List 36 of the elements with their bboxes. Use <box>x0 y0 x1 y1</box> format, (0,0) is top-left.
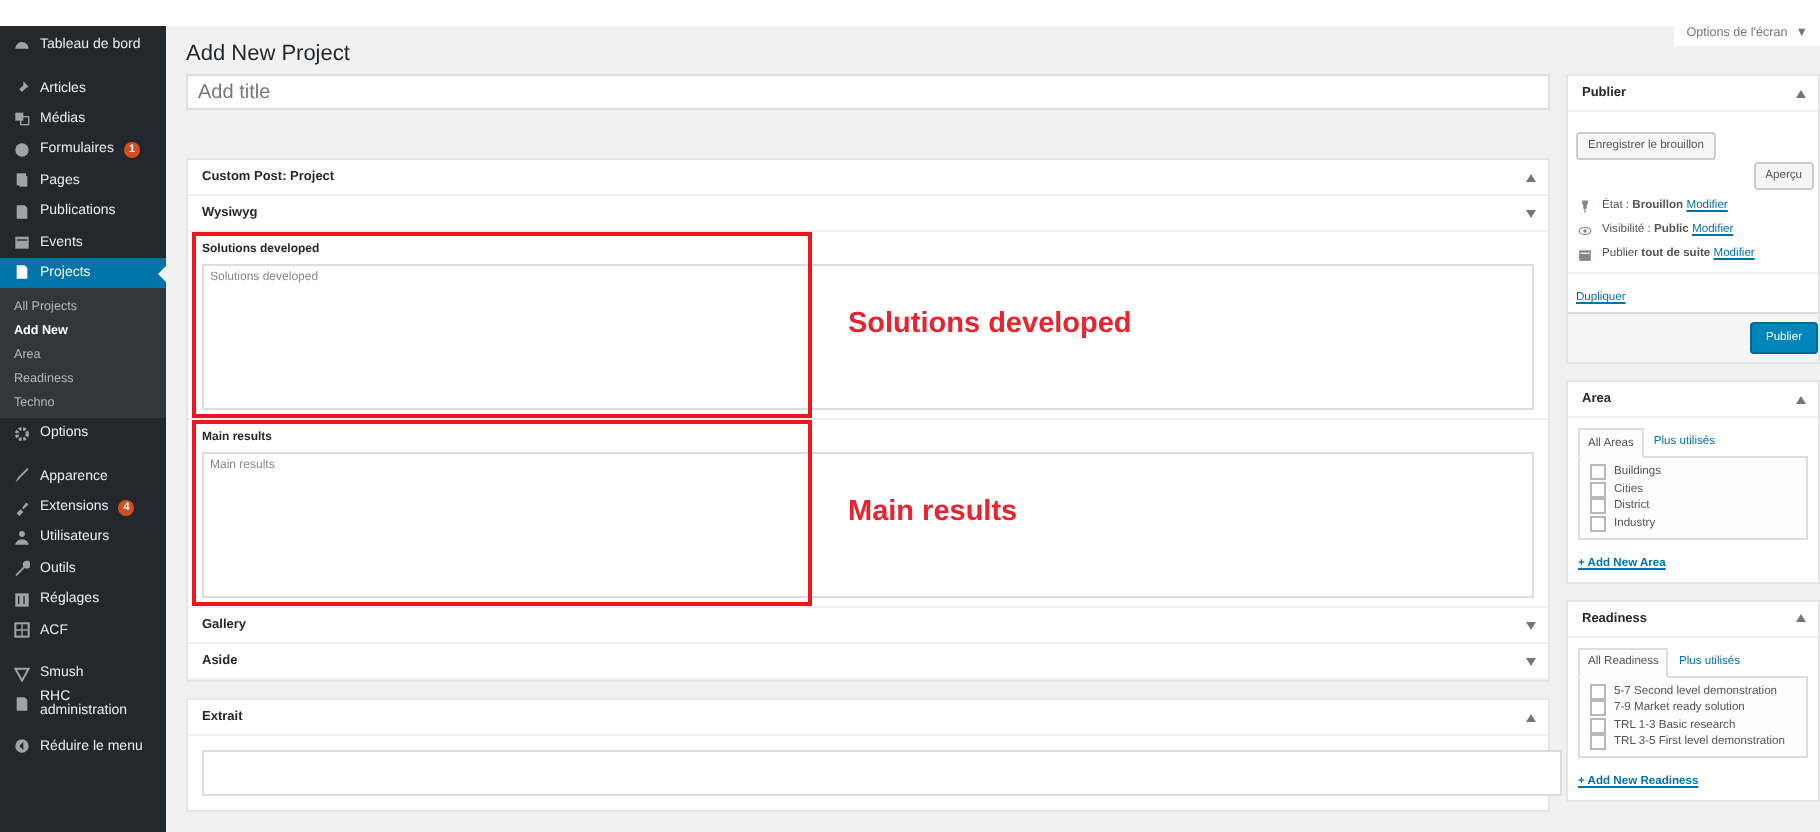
checkbox[interactable] <box>1590 481 1606 497</box>
calendar-icon <box>14 234 30 251</box>
page-title: Add New Project <box>186 40 350 70</box>
grid-icon <box>14 622 30 639</box>
checkbox[interactable] <box>1590 717 1606 733</box>
sliders-icon <box>14 591 30 608</box>
checkbox[interactable] <box>1590 683 1606 699</box>
annotation-text: Solutions developed <box>848 308 1132 340</box>
checkbox[interactable] <box>1590 515 1606 531</box>
toggle-arrow-icon[interactable] <box>1796 395 1806 403</box>
toggle-arrow-icon[interactable] <box>1526 657 1536 665</box>
document-icon <box>14 203 30 220</box>
pages-icon <box>14 172 30 189</box>
checkbox[interactable] <box>1590 700 1606 716</box>
checkbox[interactable] <box>1590 464 1606 480</box>
pin-icon <box>14 80 30 97</box>
checkbox[interactable] <box>1590 498 1606 514</box>
eye-icon <box>1578 223 1592 237</box>
title-field[interactable]: Add title <box>186 74 1550 110</box>
excerpt-field[interactable] <box>202 750 1562 796</box>
toggle-arrow-icon[interactable] <box>1526 209 1536 217</box>
toggle-arrow-icon[interactable] <box>1526 173 1536 181</box>
toggle-arrow-icon[interactable] <box>1526 621 1536 629</box>
toggle-arrow-icon[interactable] <box>1796 89 1806 97</box>
annotation-text: Main results <box>848 496 1018 528</box>
media-icon <box>14 110 30 127</box>
person-icon <box>14 529 30 546</box>
document-icon <box>14 264 30 281</box>
pin-icon <box>1578 199 1592 213</box>
document-icon <box>14 695 30 712</box>
toggle-arrow-icon[interactable] <box>1796 614 1806 622</box>
collapse-icon <box>14 738 30 755</box>
checkbox[interactable] <box>1590 734 1606 750</box>
toggle-arrow-icon[interactable] <box>1526 713 1536 721</box>
calendar-icon <box>1578 247 1592 261</box>
gear-icon <box>14 425 30 442</box>
